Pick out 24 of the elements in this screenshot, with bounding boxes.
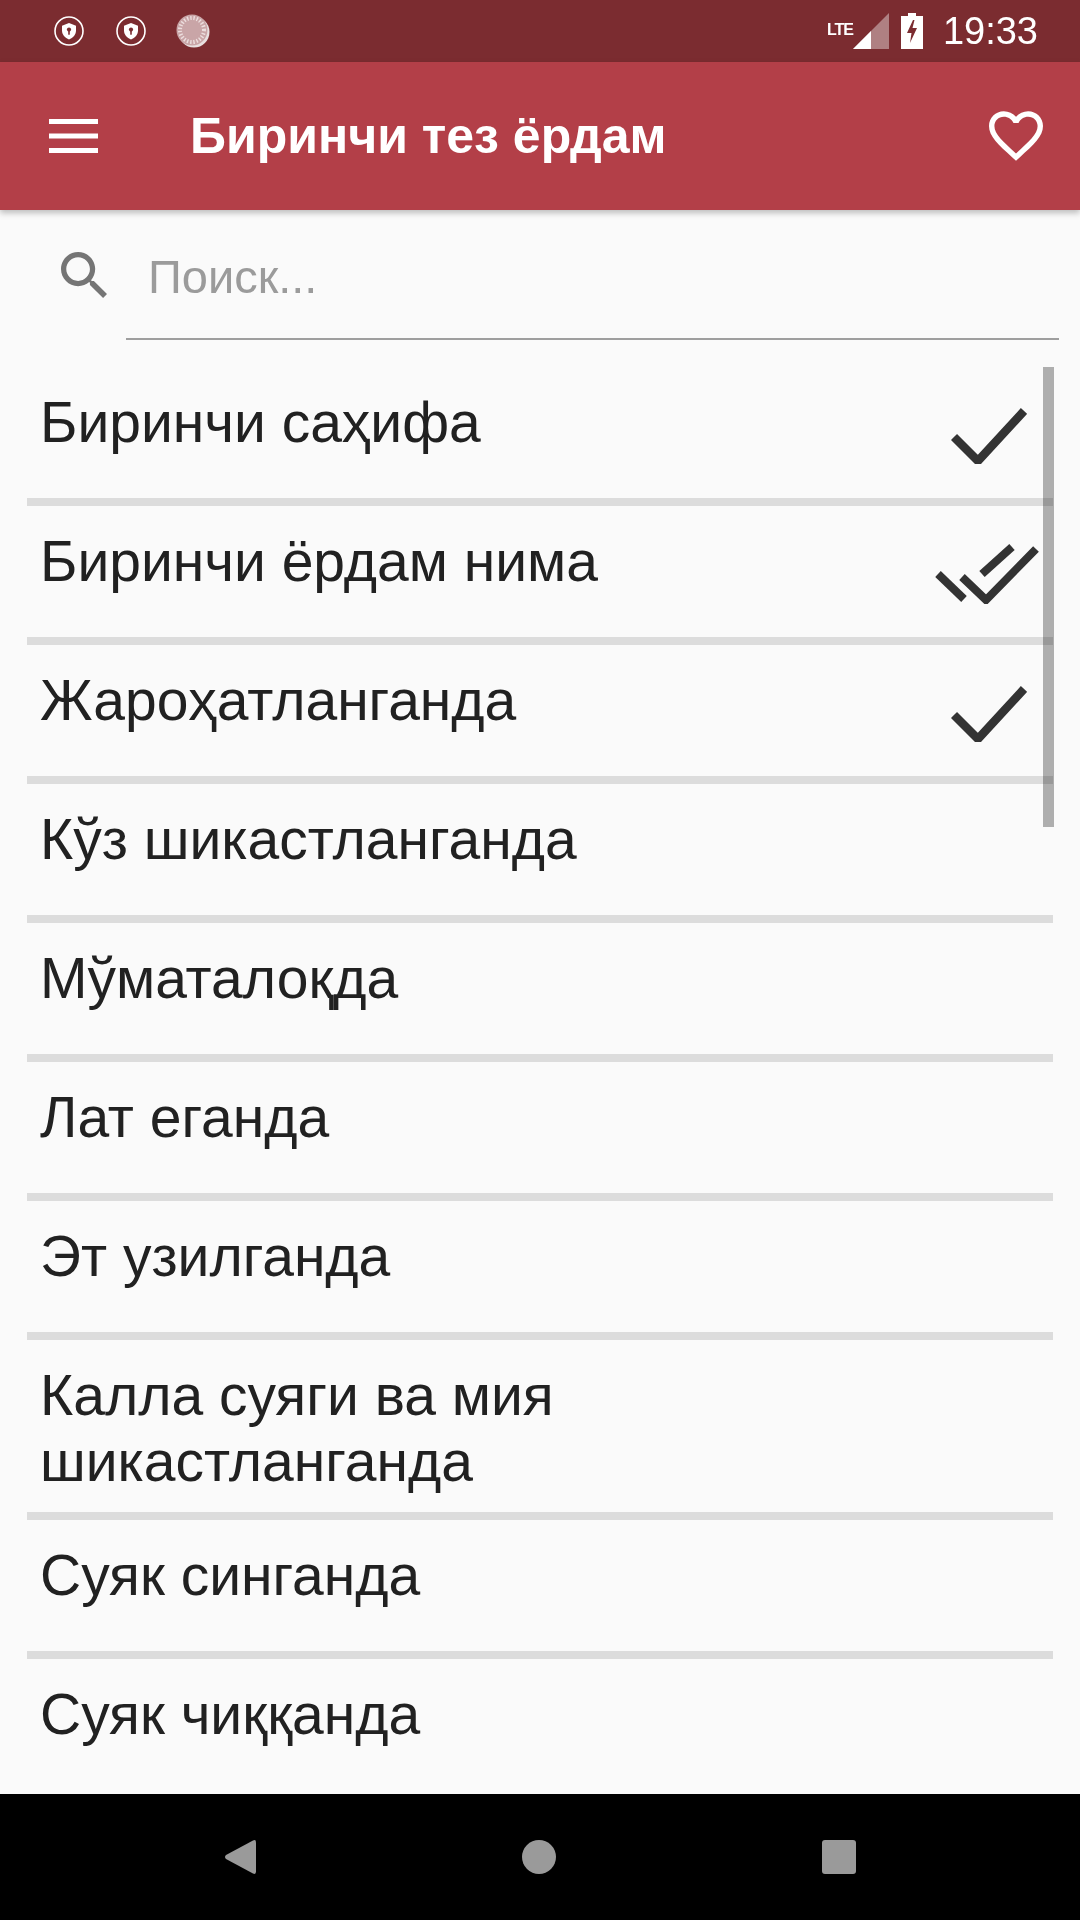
battery-charging-icon [900,13,923,49]
list-item[interactable]: Жароҳатланганда [27,645,1053,776]
menu-icon[interactable] [49,119,98,153]
app-title: Биринчи тез ёрдам [190,107,668,166]
search-icon [61,252,107,298]
disc-icon [176,14,210,48]
list-item[interactable]: Калла суяги ва мия шикастланганда [27,1340,1053,1512]
signal-icon [852,13,889,49]
list-item[interactable]: Эт узилганда [27,1201,1053,1332]
list-item[interactable]: Суяк чиққанда [27,1659,1053,1790]
list-item[interactable]: Кўз шикастланганда [27,784,1053,915]
back-icon[interactable] [224,1839,256,1875]
list-item[interactable]: Биринчи ёрдам нима [27,506,1053,637]
list-item[interactable]: Суяк синганда [27,1520,1053,1651]
search-field[interactable]: Поиск... [126,240,1059,340]
list-item[interactable]: Лат еганда [27,1062,1053,1193]
status-time: 19:33 [942,9,1038,53]
shield-icon [54,16,84,46]
home-icon[interactable] [522,1840,556,1874]
list-item[interactable]: Биринчи саҳифа [27,367,1053,498]
heart-icon[interactable] [989,111,1043,161]
shield-icon [116,16,146,46]
list-item[interactable]: Мўматалоқда [27,923,1053,1054]
network-type-label: LTE [826,21,853,39]
